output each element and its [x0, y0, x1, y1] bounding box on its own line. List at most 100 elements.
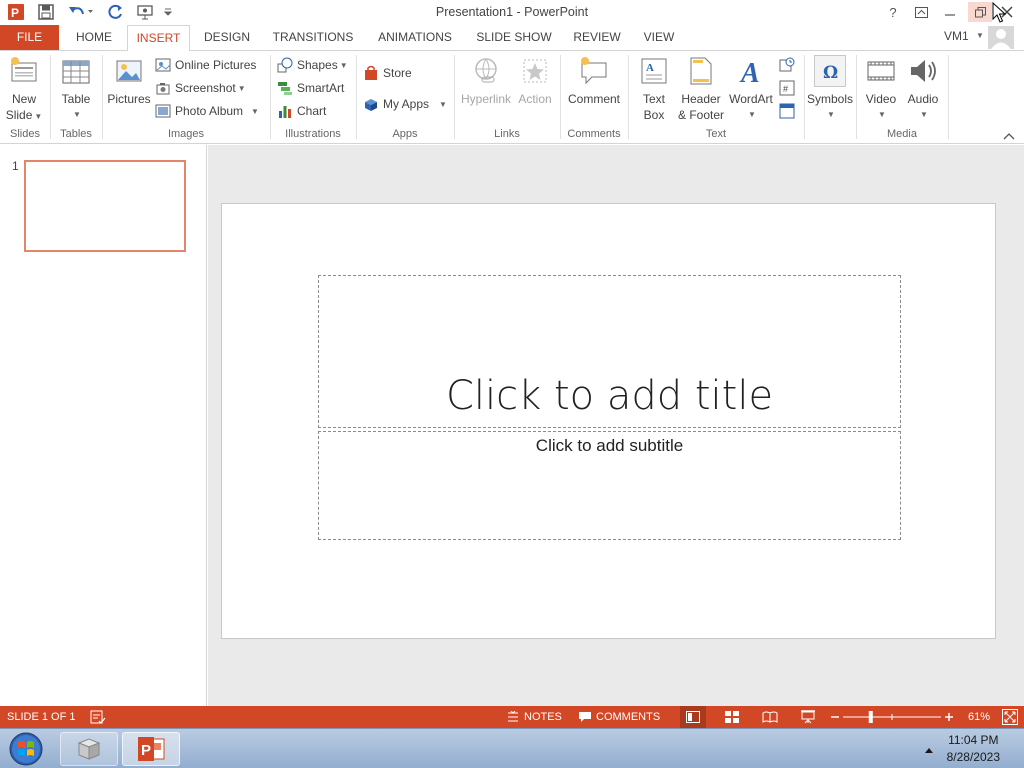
zoom-out-button[interactable]: [830, 706, 840, 728]
svg-text:P: P: [11, 6, 19, 20]
title-bar: P Presentation1 - PowerPoint ?: [0, 0, 1024, 25]
slide-thumbnail-pane: 1: [0, 145, 207, 706]
slide-editor: Click to add title Click to add subtitle: [208, 145, 1024, 706]
slide-sorter-view-button[interactable]: [722, 706, 742, 728]
restore-button[interactable]: [968, 2, 992, 22]
help-button[interactable]: ?: [882, 2, 904, 22]
redo-icon[interactable]: [106, 3, 126, 21]
zoom-level[interactable]: 61%: [968, 706, 990, 728]
user-avatar[interactable]: [988, 26, 1014, 49]
reading-view-button[interactable]: [760, 706, 780, 728]
slide-number-button[interactable]: #: [779, 78, 799, 98]
my-apps-label: My Apps: [383, 97, 430, 111]
taskbar-explorer-button[interactable]: [60, 732, 118, 766]
tab-slide-show[interactable]: SLIDE SHOW: [470, 25, 558, 50]
svg-text:#: #: [783, 84, 788, 94]
wordart-label: WordArt: [729, 92, 773, 106]
customize-qat-icon[interactable]: [162, 3, 174, 21]
subtitle-placeholder[interactable]: Click to add subtitle: [318, 431, 901, 540]
start-button[interactable]: [2, 732, 50, 766]
tab-view[interactable]: VIEW: [636, 25, 682, 50]
chart-button[interactable]: Chart: [277, 101, 326, 121]
ribbon-display-options-icon[interactable]: [910, 2, 932, 22]
group-label-media: Media: [887, 128, 917, 140]
minimize-button[interactable]: [939, 2, 961, 22]
tab-transitions[interactable]: TRANSITIONS: [266, 25, 360, 50]
photo-album-button[interactable]: Photo Album ▼: [155, 101, 259, 121]
comment-label: Comment: [567, 92, 620, 106]
user-name[interactable]: VM1: [944, 29, 969, 43]
store-button[interactable]: Store: [363, 63, 412, 83]
smartart-icon: [277, 80, 293, 96]
tab-animations[interactable]: ANIMATIONS: [369, 25, 461, 50]
ribbon-tabs: FILE HOME INSERT DESIGN TRANSITIONS ANIM…: [0, 25, 1024, 51]
video-button[interactable]: Video ▼: [860, 55, 902, 123]
group-label-links: Links: [494, 128, 520, 140]
tab-review[interactable]: REVIEW: [567, 25, 627, 50]
thumbnail-number: 1: [12, 159, 19, 173]
comments-button[interactable]: COMMENTS: [578, 706, 660, 728]
date-time-button[interactable]: [779, 55, 799, 75]
powerpoint-logo-icon[interactable]: P: [6, 3, 26, 21]
svg-text:A: A: [739, 58, 760, 87]
zoom-slider-track: [843, 711, 941, 723]
tab-file[interactable]: FILE: [0, 25, 59, 50]
slide-counter: SLIDE 1 OF 1: [7, 711, 76, 723]
slide-show-view-button[interactable]: [798, 706, 818, 728]
photo-album-label: Photo Album: [175, 104, 244, 118]
text-box-button[interactable]: A Text Box: [634, 55, 674, 123]
my-apps-button[interactable]: My Apps ▼: [363, 94, 447, 114]
group-label-tables: Tables: [60, 128, 92, 140]
hyperlink-button[interactable]: Hyperlink: [458, 55, 514, 107]
show-hidden-icons-icon[interactable]: [924, 743, 934, 757]
table-button[interactable]: Table ▼: [56, 55, 96, 123]
shapes-button[interactable]: Shapes ▼: [277, 55, 348, 75]
omega-icon: Ω: [814, 55, 846, 87]
fit-to-window-icon: [1002, 709, 1018, 725]
video-icon: [865, 55, 897, 87]
fit-slide-button[interactable]: [1002, 706, 1018, 728]
notes-button[interactable]: NOTES: [506, 706, 562, 728]
store-icon: [363, 65, 379, 81]
zoom-slider[interactable]: [843, 706, 941, 728]
shapes-icon: [277, 57, 293, 73]
text-box-label-2: Box: [643, 108, 665, 122]
action-button[interactable]: Action: [514, 55, 556, 107]
clock-time: 11:04 PM: [948, 733, 999, 747]
screenshot-button[interactable]: Screenshot ▼: [155, 78, 246, 98]
object-button[interactable]: [779, 101, 799, 121]
slide-thumbnail[interactable]: [24, 160, 186, 252]
symbols-label: Symbols: [806, 92, 853, 106]
comment-button[interactable]: Comment: [564, 55, 624, 107]
spell-check-icon[interactable]: [90, 706, 106, 728]
tab-design[interactable]: DESIGN: [198, 25, 256, 50]
wordart-dropdown-icon: ▼: [748, 110, 756, 119]
taskbar-powerpoint-button[interactable]: P: [122, 732, 180, 766]
start-from-beginning-icon[interactable]: [136, 3, 156, 21]
online-pictures-button[interactable]: Online Pictures: [155, 55, 256, 75]
group-divider: [454, 55, 455, 139]
tab-home[interactable]: HOME: [66, 25, 122, 50]
wordart-button[interactable]: A WordArt ▼: [728, 55, 774, 123]
symbols-button[interactable]: Ω Symbols ▼: [806, 55, 854, 123]
header-footer-button[interactable]: Header & Footer: [676, 55, 726, 123]
smartart-button[interactable]: SmartArt: [277, 78, 344, 98]
new-slide-button[interactable]: New Slide ▼: [4, 55, 44, 125]
zoom-in-button[interactable]: [944, 706, 954, 728]
audio-dropdown-icon: ▼: [920, 110, 928, 119]
undo-icon[interactable]: [66, 3, 96, 21]
text-box-label: Text: [642, 92, 665, 106]
normal-view-button[interactable]: [680, 706, 706, 728]
collapse-ribbon-icon[interactable]: [1003, 129, 1015, 143]
save-icon[interactable]: [36, 3, 56, 21]
pictures-button[interactable]: Pictures: [106, 55, 152, 107]
minus-icon: [831, 716, 839, 718]
header-footer-icon: [685, 55, 717, 87]
tab-insert[interactable]: INSERT: [127, 25, 190, 51]
audio-button[interactable]: Audio ▼: [902, 55, 944, 123]
title-placeholder[interactable]: Click to add title: [318, 275, 901, 428]
slide-canvas[interactable]: Click to add title Click to add subtitle: [221, 203, 996, 639]
windows-logo-icon: [9, 732, 43, 766]
system-clock[interactable]: 11:04 PM 8/28/2023: [947, 732, 1000, 766]
user-dropdown-icon[interactable]: ▼: [976, 31, 984, 40]
